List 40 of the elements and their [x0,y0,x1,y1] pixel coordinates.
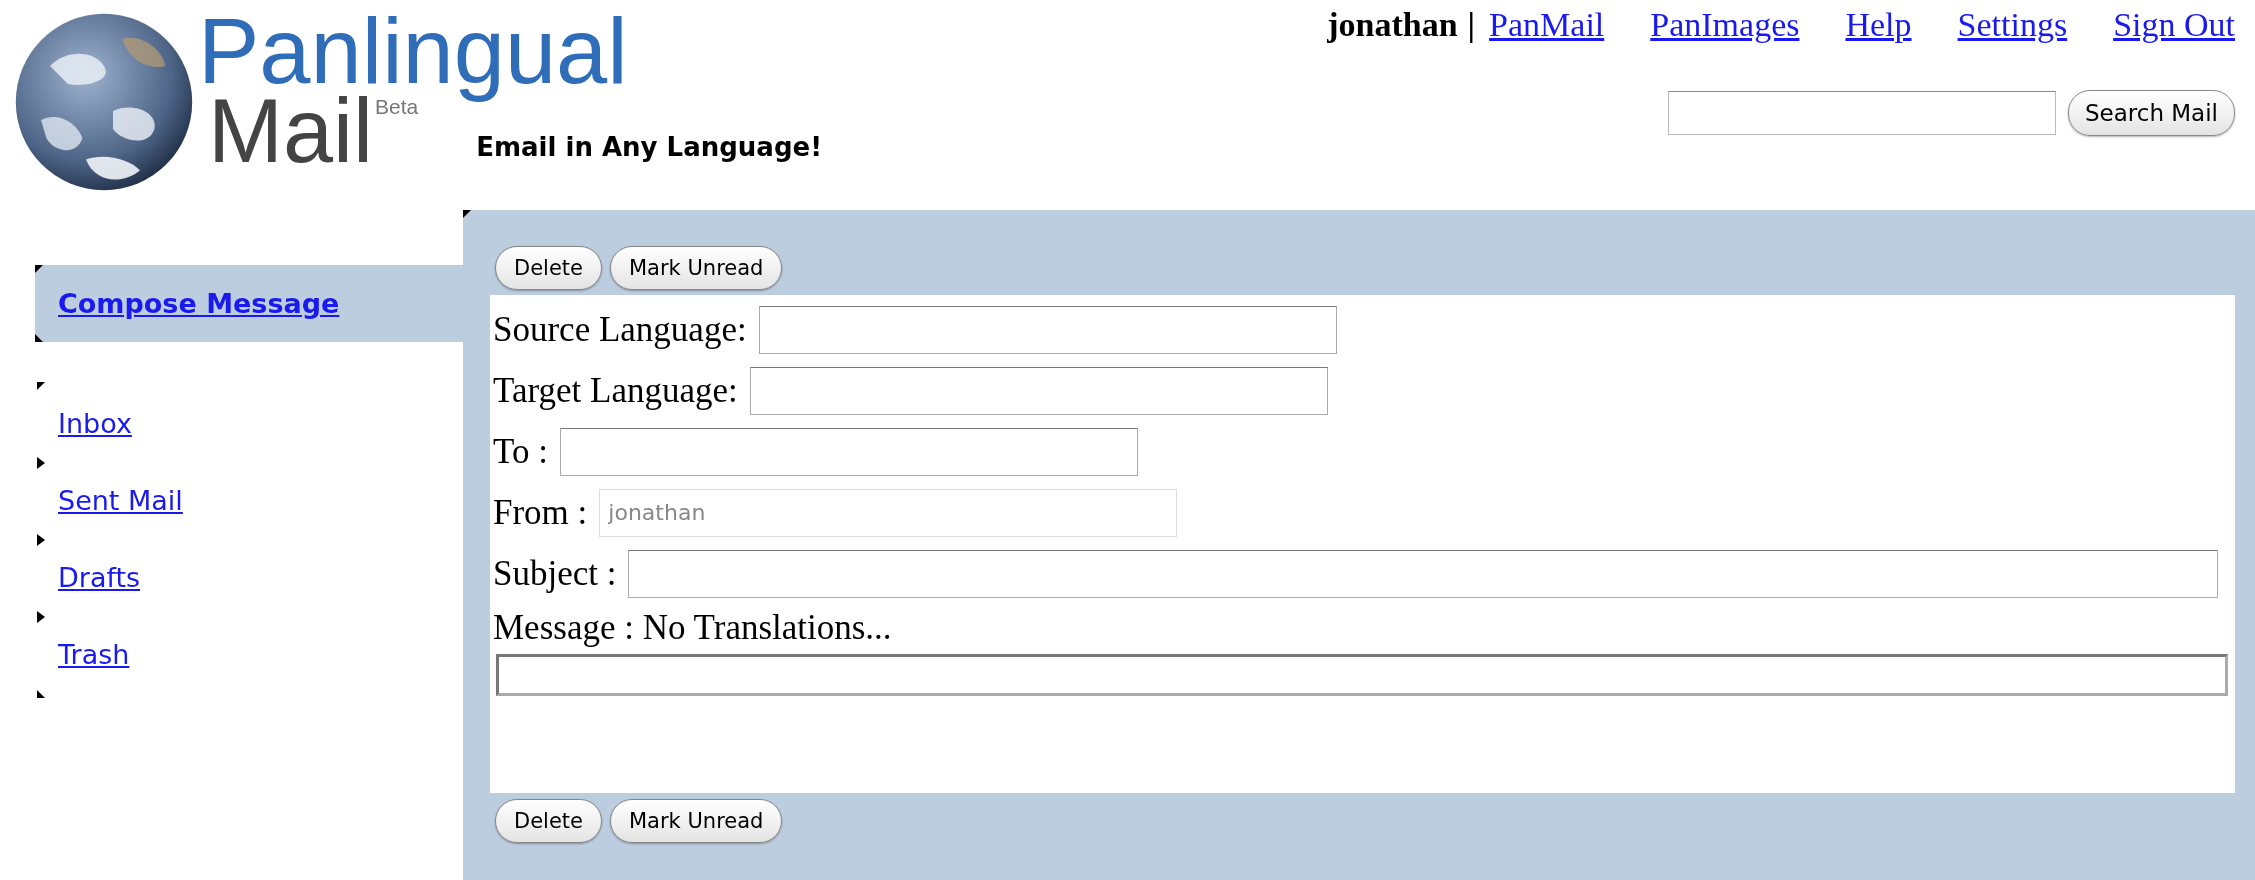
beta-label: Beta [375,96,419,118]
arrow-icon [37,534,45,546]
nav-link[interactable]: Sign Out [2113,6,2235,44]
message-field[interactable] [496,654,2228,696]
field-label: Target Language: [493,370,738,411]
input-field[interactable] [758,305,1337,354]
sidebar-link[interactable]: Inbox [58,407,132,441]
field-label: Subject : [493,553,617,594]
sidebar-link[interactable]: Drafts [58,561,141,595]
corner-mark-icon [463,210,471,218]
corner-mark-icon [37,688,45,700]
arrow-icon [37,457,45,469]
field-label: To : [493,431,548,472]
nav-link[interactable]: PanImages [1650,6,1800,44]
arrow-icon [37,611,45,623]
field-label: From : [493,492,588,533]
delete-button[interactable]: Delete [495,245,602,290]
sidebar-link[interactable]: Trash [58,638,130,672]
corner-mark-icon [37,380,45,392]
nav-link[interactable]: PanMail [1489,6,1605,44]
nav-link[interactable]: Help [1845,6,1912,44]
mark-unread-button[interactable]: Mark Unread [610,245,783,290]
username: jonathan [1327,6,1458,44]
field-label: Source Language: [493,309,747,350]
nav-link[interactable]: Settings [1957,6,2068,44]
delete-button[interactable]: Delete [495,798,602,843]
corner-mark-icon [35,334,43,342]
input-field[interactable] [749,366,1328,415]
input-field[interactable] [559,427,1138,476]
search-field[interactable] [1667,91,2056,135]
mark-unread-button[interactable]: Mark Unread [610,798,783,843]
compose-link[interactable]: Compose Message [58,288,340,319]
search-button[interactable]: Search Mail [2067,90,2235,136]
sidebar-link[interactable]: Sent Mail [58,484,183,518]
globe-icon [14,12,194,192]
tagline: Email in Any Language! [476,132,822,162]
corner-mark-icon [35,265,43,273]
input-field[interactable] [628,549,2218,598]
separator: | [1467,6,1476,44]
message-label: Message : No Translations... [493,608,893,648]
